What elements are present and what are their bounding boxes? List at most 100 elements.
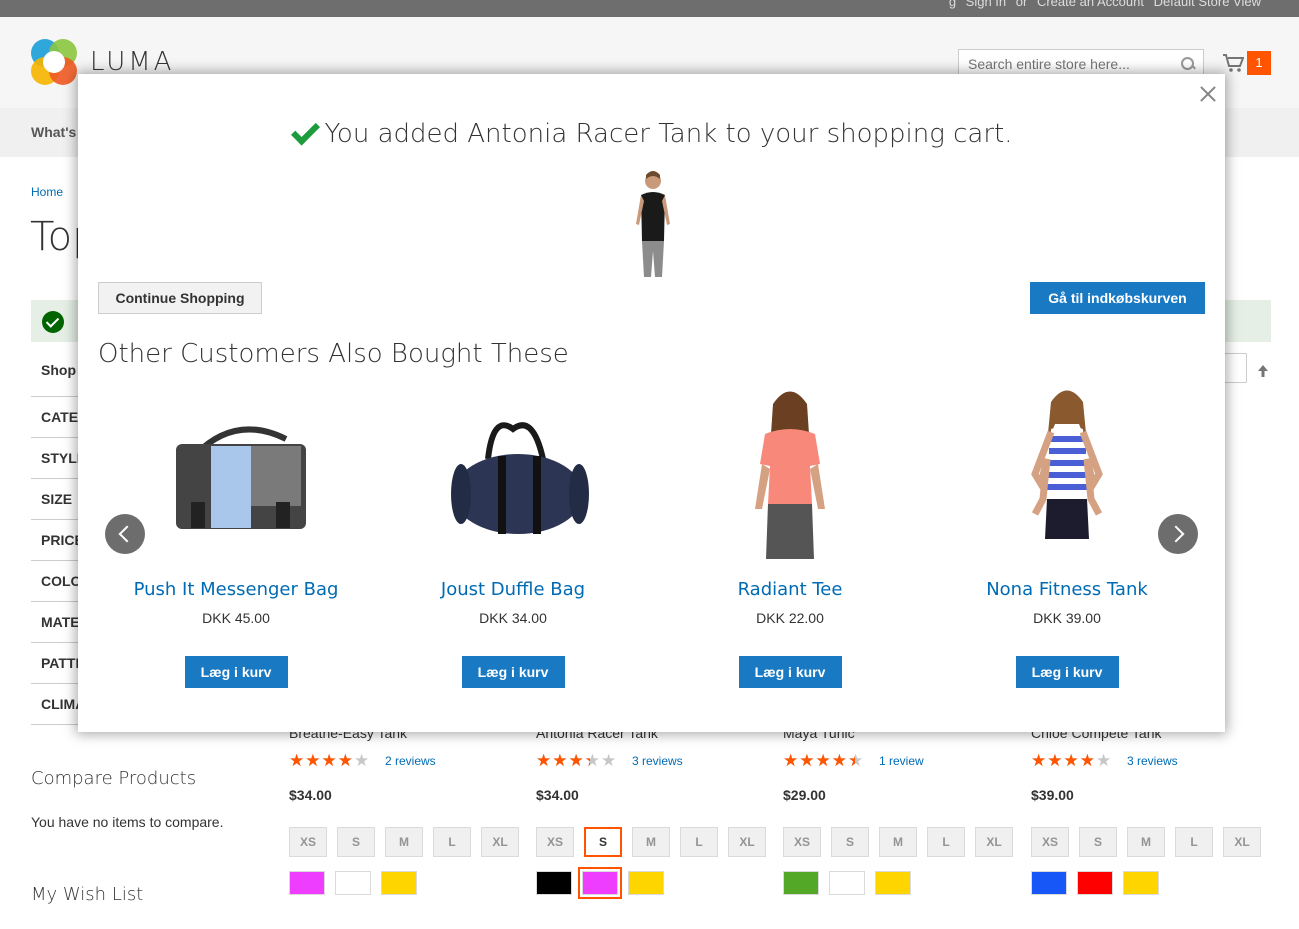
color-swatch[interactable]	[875, 871, 911, 895]
product-image[interactable]	[393, 384, 633, 559]
size-swatch[interactable]: XS	[783, 827, 821, 857]
size-swatch[interactable]: XL	[728, 827, 766, 857]
size-swatch[interactable]: S	[584, 827, 622, 857]
added-message-text: You added Antonia Racer Tank to your sho…	[324, 119, 1013, 149]
size-options: XS S M L XL	[1031, 827, 1271, 857]
store-view-switcher[interactable]: Default Store View	[1154, 0, 1261, 9]
size-swatch[interactable]: S	[337, 827, 375, 857]
cart-count-badge[interactable]: 1	[1247, 51, 1271, 75]
color-swatch[interactable]	[628, 871, 664, 895]
sort-direction-icon[interactable]	[1257, 364, 1269, 378]
product-price: $34.00	[536, 787, 579, 803]
size-swatch[interactable]: M	[385, 827, 423, 857]
rating-stars-icon: ★★★★★★★★★★	[1031, 751, 1113, 770]
product-price: $29.00	[783, 787, 826, 803]
rating-stars-fill: ★★★★★	[536, 751, 590, 770]
recommended-product-name[interactable]: Radiant Tee	[670, 579, 910, 600]
color-swatch[interactable]	[578, 867, 622, 899]
added-to-cart-modal: You added Antonia Racer Tank to your sho…	[78, 74, 1225, 732]
color-swatch[interactable]	[335, 871, 371, 895]
compare-products-title: Compare Products	[31, 768, 197, 789]
product-card: Maya Tunic★★★★★★★★★★1 review$29.00XSSMLX…	[783, 725, 1023, 895]
color-swatch[interactable]	[1077, 871, 1113, 895]
top-links: g Sign In or Create an Account Default S…	[943, 0, 1261, 9]
product-rating: ★★★★★★★★★★ 1 review	[783, 751, 1023, 775]
product-image[interactable]	[116, 384, 356, 559]
color-swatch[interactable]	[1123, 871, 1159, 895]
product-card: Antonia Racer Tank★★★★★★★★★★3 reviews$34…	[536, 725, 776, 899]
size-swatch[interactable]: XS	[536, 827, 574, 857]
add-to-cart-button[interactable]: Læg i kurv	[738, 656, 842, 688]
product-image[interactable]	[670, 384, 910, 559]
or-text: or	[1015, 0, 1028, 9]
go-to-cart-button[interactable]: Gå til indkøbskurven	[1030, 282, 1205, 314]
rating-stars-fill: ★★★★★	[289, 751, 352, 770]
size-options: XS S M L XL	[783, 827, 1023, 857]
compare-empty-text: You have no items to compare.	[31, 814, 224, 830]
color-swatch[interactable]	[381, 871, 417, 895]
color-swatch[interactable]	[829, 871, 865, 895]
size-swatch[interactable]: L	[927, 827, 965, 857]
cart-icon[interactable]	[1222, 53, 1244, 73]
close-icon[interactable]	[1197, 83, 1219, 105]
size-swatch[interactable]: XS	[289, 827, 327, 857]
recommended-product-name[interactable]: Nona Fitness Tank	[947, 579, 1187, 600]
size-swatch[interactable]: XL	[975, 827, 1013, 857]
add-to-cart-button[interactable]: Læg i kurv	[184, 656, 288, 688]
added-message: You added Antonia Racer Tank to your sho…	[78, 119, 1225, 149]
product-card: Breathe-Easy Tank★★★★★★★★★★2 reviews$34.…	[289, 725, 529, 895]
color-swatch[interactable]	[536, 871, 572, 895]
size-swatch[interactable]: M	[879, 827, 917, 857]
recommended-product-name[interactable]: Joust Duffle Bag	[393, 579, 633, 600]
reviews-link[interactable]: 3 reviews	[632, 754, 683, 768]
color-options	[783, 871, 1023, 895]
logo-text[interactable]: LUMA	[90, 47, 174, 77]
color-options	[536, 867, 776, 899]
recommended-product-price: DKK 39.00	[1033, 610, 1101, 626]
sign-in-link[interactable]: Sign In	[966, 0, 1006, 9]
create-account-link[interactable]: Create an Account	[1037, 0, 1144, 9]
recommended-product-price: DKK 45.00	[202, 610, 270, 626]
reviews-link[interactable]: 3 reviews	[1127, 754, 1178, 768]
color-swatch[interactable]	[1031, 871, 1067, 895]
reviews-link[interactable]: 2 reviews	[385, 754, 436, 768]
recommended-product-name[interactable]: Push It Messenger Bag	[116, 579, 356, 600]
size-swatch[interactable]: S	[831, 827, 869, 857]
size-swatch[interactable]: M	[632, 827, 670, 857]
reviews-link[interactable]: 1 review	[879, 754, 924, 768]
size-swatch[interactable]: M	[1127, 827, 1165, 857]
add-to-cart-button[interactable]: Læg i kurv	[1015, 656, 1119, 688]
size-swatch[interactable]: XL	[1223, 827, 1261, 857]
nav-item-whats-new[interactable]: What's	[31, 124, 76, 140]
size-swatch[interactable]: XS	[1031, 827, 1069, 857]
recommended-product: Joust Duffle Bag DKK 34.00 Læg i kurv	[393, 384, 633, 688]
luma-logo-icon[interactable]	[31, 39, 77, 85]
rating-stars-icon: ★★★★★★★★★★	[289, 751, 371, 770]
filter-label: SIZE	[41, 491, 73, 507]
recommended-product-price: DKK 34.00	[479, 610, 547, 626]
product-price: $34.00	[289, 787, 332, 803]
product-rating: ★★★★★★★★★★ 3 reviews	[1031, 751, 1271, 775]
product-rating: ★★★★★★★★★★ 3 reviews	[536, 751, 776, 775]
recommended-product: Nona Fitness Tank DKK 39.00 Læg i kurv	[947, 384, 1187, 688]
size-swatch[interactable]: L	[680, 827, 718, 857]
search-icon[interactable]	[1181, 57, 1195, 71]
add-to-cart-button[interactable]: Læg i kurv	[461, 656, 565, 688]
size-swatch[interactable]: XL	[481, 827, 519, 857]
breadcrumb-home[interactable]: Home	[31, 185, 63, 199]
recommended-product: Push It Messenger Bag DKK 45.00 Læg i kurv	[116, 384, 356, 688]
rating-stars-fill: ★★★★★	[783, 751, 855, 770]
size-swatch[interactable]: L	[1175, 827, 1213, 857]
size-swatch[interactable]: S	[1079, 827, 1117, 857]
size-swatch[interactable]: L	[433, 827, 471, 857]
color-options	[289, 871, 529, 895]
check-icon	[290, 120, 318, 144]
product-image[interactable]	[947, 384, 1187, 559]
color-swatch[interactable]	[289, 871, 325, 895]
continue-shopping-button[interactable]: Continue Shopping	[98, 282, 262, 314]
top-link-fragment: g	[948, 0, 957, 9]
size-options: XS S M L XL	[536, 827, 776, 857]
recommended-product: Radiant Tee DKK 22.00 Læg i kurv	[670, 384, 910, 688]
top-links-bar: g Sign In or Create an Account Default S…	[0, 0, 1299, 17]
color-swatch[interactable]	[783, 871, 819, 895]
